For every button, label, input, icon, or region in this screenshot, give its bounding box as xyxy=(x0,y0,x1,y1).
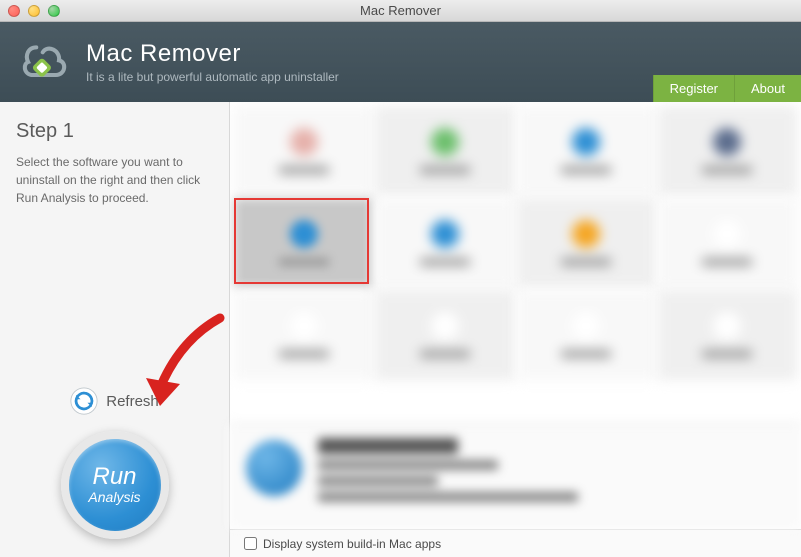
detail-install-date xyxy=(318,492,578,502)
app-cell[interactable] xyxy=(375,290,514,380)
run-line1: Run xyxy=(92,465,136,489)
app-icon xyxy=(431,220,459,248)
header-text: Mac Remover It is a lite but powerful au… xyxy=(86,40,339,84)
app-icon xyxy=(713,312,741,340)
app-label xyxy=(279,258,329,266)
app-label xyxy=(702,166,752,174)
header-buttons: Register About xyxy=(653,75,801,102)
run-analysis-wrap: Run Analysis xyxy=(61,431,169,539)
window-title: Mac Remover xyxy=(0,3,801,18)
main-panel: Display system build-in Mac apps xyxy=(230,102,801,557)
detail-version xyxy=(318,476,438,486)
app-cell[interactable] xyxy=(375,106,514,196)
app-cell[interactable] xyxy=(517,290,656,380)
app-label xyxy=(279,350,329,358)
sidebar: Step 1 Select the software you want to u… xyxy=(0,102,230,557)
app-cell[interactable] xyxy=(658,106,797,196)
detail-text xyxy=(318,434,785,519)
app-logo-icon xyxy=(20,36,72,88)
app-label xyxy=(420,350,470,358)
detail-app-name xyxy=(318,438,458,454)
app-title: Mac Remover xyxy=(86,40,339,68)
app-detail-panel xyxy=(230,423,801,529)
about-button[interactable]: About xyxy=(734,75,801,102)
app-cell[interactable] xyxy=(234,290,373,380)
refresh-label: Refresh xyxy=(106,393,159,410)
run-line2: Analysis xyxy=(88,489,140,505)
detail-app-icon xyxy=(246,440,302,496)
refresh-icon xyxy=(70,387,98,415)
step-description: Select the software you want to uninstal… xyxy=(16,153,213,207)
content: Step 1 Select the software you want to u… xyxy=(0,102,801,557)
step-title: Step 1 xyxy=(16,120,213,143)
app-label xyxy=(420,258,470,266)
app-cell[interactable] xyxy=(658,198,797,288)
app-icon xyxy=(431,128,459,156)
titlebar: Mac Remover xyxy=(0,0,801,22)
app-label xyxy=(561,258,611,266)
app-icon xyxy=(572,312,600,340)
traffic-lights xyxy=(8,5,60,17)
app-icon xyxy=(572,220,600,248)
display-system-apps-checkbox[interactable] xyxy=(244,537,257,550)
app-icon xyxy=(290,128,318,156)
app-icon xyxy=(431,312,459,340)
minimize-window-button[interactable] xyxy=(28,5,40,17)
register-button[interactable]: Register xyxy=(653,75,734,102)
run-analysis-button[interactable]: Run Analysis xyxy=(61,431,169,539)
zoom-window-button[interactable] xyxy=(48,5,60,17)
detail-publisher xyxy=(318,460,498,470)
app-icon xyxy=(572,128,600,156)
app-cell[interactable] xyxy=(517,106,656,196)
app-label xyxy=(561,350,611,358)
app-cell[interactable] xyxy=(517,198,656,288)
app-icon xyxy=(290,220,318,248)
app-grid xyxy=(230,102,801,423)
sidebar-bottom: Refresh Run Analysis xyxy=(0,377,229,557)
app-cell[interactable] xyxy=(375,198,514,288)
app-cell[interactable] xyxy=(234,198,373,288)
display-system-apps-label[interactable]: Display system build-in Mac apps xyxy=(263,537,441,551)
app-label xyxy=(702,350,752,358)
app-label xyxy=(420,166,470,174)
app-label xyxy=(702,258,752,266)
refresh-button[interactable]: Refresh xyxy=(70,387,159,415)
footer: Display system build-in Mac apps xyxy=(230,529,801,557)
app-label xyxy=(279,166,329,174)
app-cell[interactable] xyxy=(658,290,797,380)
app-label xyxy=(561,166,611,174)
app-subtitle: It is a lite but powerful automatic app … xyxy=(86,70,339,84)
app-cell[interactable] xyxy=(234,106,373,196)
app-icon xyxy=(290,312,318,340)
app-header: Mac Remover It is a lite but powerful au… xyxy=(0,22,801,102)
close-window-button[interactable] xyxy=(8,5,20,17)
app-icon xyxy=(713,220,741,248)
app-icon xyxy=(713,128,741,156)
step-box: Step 1 Select the software you want to u… xyxy=(0,102,229,225)
